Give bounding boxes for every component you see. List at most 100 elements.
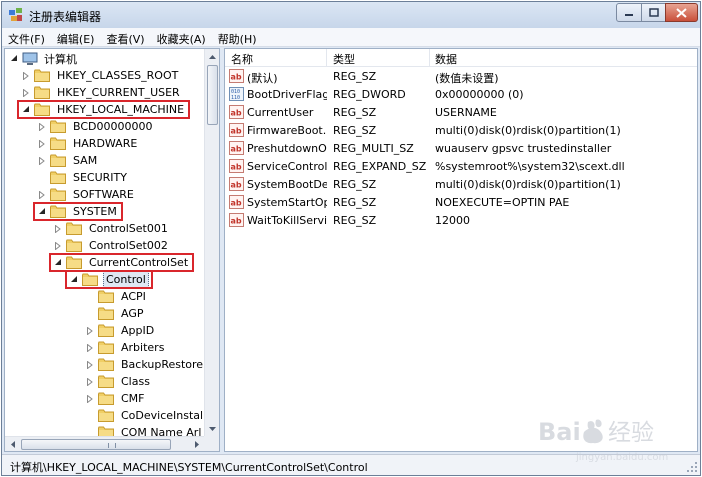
value-row[interactable]: ab (默认) REG_SZ (数值未设置) (225, 68, 697, 86)
tree-item-label: HARDWARE (73, 137, 138, 150)
scroll-left-arrow-icon[interactable] (5, 437, 20, 451)
menu-edit[interactable]: 编辑(E) (51, 28, 101, 47)
tree-horizontal-scrollbar[interactable] (5, 436, 219, 451)
title-bar[interactable]: 注册表编辑器 (2, 2, 700, 28)
no-arrow (37, 173, 47, 183)
tree-vertical-scrollbar[interactable] (204, 49, 219, 436)
tree-item-cmf[interactable]: CMF (85, 390, 147, 407)
tree-item-acpi[interactable]: ACPI (85, 288, 148, 305)
value-data: 12000 (435, 214, 470, 227)
collapsed-arrow-icon[interactable] (37, 156, 47, 166)
column-header-type[interactable]: 类型 (333, 51, 355, 67)
horizontal-scroll-thumb[interactable] (21, 439, 171, 450)
value-type: REG_MULTI_SZ (333, 142, 414, 155)
string-value-icon: ab (229, 213, 244, 227)
menu-file[interactable]: 文件(F) (2, 28, 51, 47)
collapsed-arrow-icon[interactable] (85, 343, 95, 353)
value-row[interactable]: ab FirmwareBoot... REG_SZ multi(0)disk(0)rd… (225, 122, 697, 140)
minimize-button[interactable] (616, 3, 642, 22)
collapsed-arrow-icon[interactable] (85, 394, 95, 404)
menu-help[interactable]: 帮助(H) (212, 28, 263, 47)
folder-icon (50, 171, 66, 184)
tree-item-controlset001[interactable]: ControlSet001 (53, 220, 170, 237)
expanded-arrow-icon[interactable] (9, 54, 19, 64)
tree-item-hardware[interactable]: HARDWARE (37, 135, 139, 152)
value-type: REG_SZ (333, 196, 377, 209)
window-title: 注册表编辑器 (29, 10, 102, 24)
baidu-watermark-logo: Bai 经验 jingyan.baidu.com (538, 418, 668, 463)
values-list-pane[interactable]: 名称 类型 数据 ab (默认) REG_SZ (数值未设置) 010 110 BootDr… (224, 48, 698, 452)
tree-item-label: AGP (121, 307, 144, 320)
value-name: SystemBootDe... (247, 178, 327, 191)
tree-item-label: CoDeviceInstall (121, 409, 207, 422)
collapsed-arrow-icon[interactable] (53, 241, 63, 251)
value-row[interactable]: 010 110 BootDriverFlags REG_DWORD 0x00000000… (225, 86, 697, 104)
svg-text:ab: ab (231, 199, 242, 208)
collapsed-arrow-icon[interactable] (85, 360, 95, 370)
value-row[interactable]: ab ServiceControl... REG_EXPAND_SZ %systemr… (225, 158, 697, 176)
tree-item-backuprestore[interactable]: BackupRestore (85, 356, 205, 373)
tree-item-arbiters[interactable]: Arbiters (85, 339, 166, 356)
column-header-name[interactable]: 名称 (231, 51, 253, 67)
tree-item-appid[interactable]: AppID (85, 322, 156, 339)
tree-item-software[interactable]: SOFTWARE (37, 186, 136, 203)
binary-value-icon: 010110 (229, 87, 244, 101)
tree-item-label: Class (121, 375, 150, 388)
key-tree-pane[interactable]: 计算机 HKEY_CLASSES_ROOT HKEY_CURRENT_USER HKE… (4, 48, 220, 452)
tree-item-hkey-current-user[interactable]: HKEY_CURRENT_USER (21, 84, 182, 101)
value-type: REG_SZ (333, 214, 377, 227)
column-header-data[interactable]: 数据 (435, 51, 457, 67)
regedit-icon (9, 8, 22, 21)
collapsed-arrow-icon[interactable] (21, 71, 31, 81)
collapsed-arrow-icon[interactable] (37, 122, 47, 132)
tree-item-label: ControlSet002 (89, 239, 168, 252)
folder-icon (98, 375, 114, 388)
value-row[interactable]: ab SystemBootDe... REG_SZ multi(0)disk(0)rd… (225, 176, 697, 194)
menu-bar: 文件(F) 编辑(E) 查看(V) 收藏夹(A) 帮助(H) (2, 28, 700, 47)
tree-item-hkey-classes-root[interactable]: HKEY_CLASSES_ROOT (21, 67, 180, 84)
string-value-icon: ab (229, 123, 244, 137)
tree-item-class[interactable]: Class (85, 373, 152, 390)
list-header: 名称 类型 数据 (225, 49, 697, 67)
tree-item-codeviceinstall[interactable]: CoDeviceInstall (85, 407, 208, 424)
computer-icon (22, 52, 38, 65)
value-name: FirmwareBoot... (247, 124, 327, 137)
scroll-up-arrow-icon[interactable] (205, 49, 219, 64)
value-row[interactable]: ab SystemStartOp... REG_SZ NOEXECUTE=OPTIN… (225, 194, 697, 212)
collapsed-arrow-icon[interactable] (37, 139, 47, 149)
value-name: BootDriverFlags (247, 88, 327, 101)
value-row[interactable]: ab WaitToKillServi... REG_SZ 12000 (225, 212, 697, 230)
collapsed-arrow-icon[interactable] (85, 326, 95, 336)
value-type: REG_SZ (333, 124, 377, 137)
maximize-button[interactable] (641, 3, 666, 22)
menu-favorites[interactable]: 收藏夹(A) (151, 28, 212, 47)
tree-item-label: SAM (73, 154, 98, 167)
registry-editor-window: 注册表编辑器 文件(F) 编辑(E) 查看(V) 收藏夹(A) 帮助(H) 计算… (1, 1, 701, 476)
folder-icon (66, 239, 82, 252)
svg-text:ab: ab (231, 109, 242, 118)
scroll-right-arrow-icon[interactable] (189, 437, 204, 451)
svg-text:Bai: Bai (538, 418, 581, 446)
close-button[interactable] (665, 3, 698, 22)
value-row[interactable]: ab CurrentUser REG_SZ USERNAME (225, 104, 697, 122)
tree-item-security[interactable]: SECURITY (37, 169, 129, 186)
value-row[interactable]: ab PreshutdownO... REG_MULTI_SZ wuauserv gp… (225, 140, 697, 158)
value-name: (默认) (247, 72, 278, 85)
vertical-scroll-thumb[interactable] (207, 65, 218, 125)
string-value-icon: ab (229, 195, 244, 209)
value-data: multi(0)disk(0)rdisk(0)partition(1) (435, 178, 621, 191)
tree-item-computer[interactable]: 计算机 (9, 50, 79, 67)
scroll-down-arrow-icon[interactable] (205, 421, 219, 436)
tree-item-sam[interactable]: SAM (37, 152, 99, 169)
collapsed-arrow-icon[interactable] (85, 377, 95, 387)
highlight-box (65, 270, 153, 289)
value-type: REG_SZ (333, 178, 377, 191)
menu-view[interactable]: 查看(V) (100, 28, 150, 47)
tree-item-agp[interactable]: AGP (85, 305, 146, 322)
collapsed-arrow-icon[interactable] (21, 88, 31, 98)
collapsed-arrow-icon[interactable] (37, 190, 47, 200)
collapsed-arrow-icon[interactable] (53, 224, 63, 234)
svg-text:ab: ab (231, 181, 242, 190)
tree-item-controlset002[interactable]: ControlSet002 (53, 237, 170, 254)
tree-item-bcd00000000[interactable]: BCD00000000 (37, 118, 155, 135)
